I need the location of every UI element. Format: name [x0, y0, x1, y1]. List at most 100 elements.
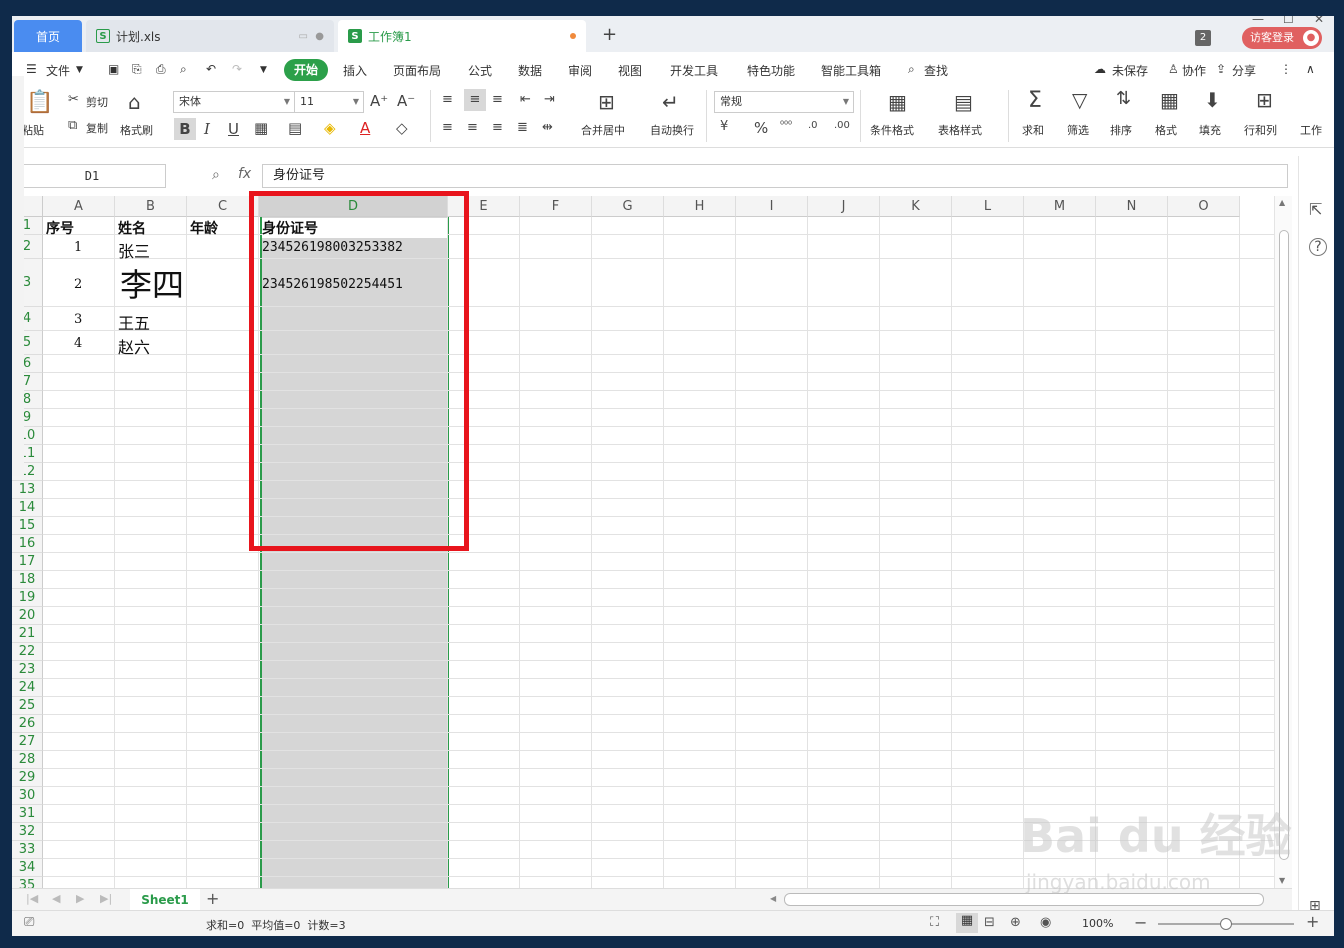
decrease-decimal-icon[interactable]: .00 [834, 120, 850, 131]
cell-b2[interactable]: 张三 [118, 238, 150, 262]
save-icon[interactable]: ▣ [108, 62, 119, 76]
row-header-31[interactable]: 31 [12, 805, 43, 823]
scroll-up-icon[interactable]: ▲ [1279, 198, 1285, 207]
row-header-32[interactable]: 32 [12, 823, 43, 841]
row-header-16[interactable]: 16 [12, 535, 43, 553]
cell-a2[interactable]: 1 [74, 240, 82, 255]
paste-button[interactable]: 粘贴 [22, 122, 44, 138]
share-button[interactable]: 分享 [1232, 62, 1256, 79]
redo-icon[interactable]: ↷ [232, 62, 242, 76]
col-header-o[interactable]: O [1168, 196, 1240, 217]
row-header-19[interactable]: 19 [12, 589, 43, 607]
menu-view[interactable]: 视图 [618, 62, 642, 79]
sort-button[interactable]: 排序 [1110, 122, 1132, 138]
row-header-34[interactable]: 34 [12, 859, 43, 877]
shrink-font-icon[interactable]: A⁻ [397, 92, 415, 110]
font-size-select[interactable]: 11 ▼ [294, 91, 364, 113]
collab-button[interactable]: 协作 [1182, 62, 1206, 79]
sort-icon[interactable]: ⇅ [1116, 88, 1131, 109]
increase-decimal-icon[interactable]: .0 [808, 120, 818, 131]
wrap-text-button[interactable]: 自动换行 [650, 122, 694, 138]
menu-smart-toolbox[interactable]: 智能工具箱 [821, 62, 881, 79]
col-header-b[interactable]: B [115, 196, 187, 217]
col-header-a[interactable]: A [43, 196, 115, 217]
maximize-icon[interactable]: ☐ [1283, 16, 1294, 26]
hscroll-left-icon[interactable]: ◀ [770, 894, 782, 906]
align-right-icon[interactable]: ≡ [492, 120, 503, 135]
add-sheet-button[interactable]: + [206, 889, 219, 908]
row-header-20[interactable]: 20 [12, 607, 43, 625]
row-header-15[interactable]: 15 [12, 517, 43, 535]
col-header-g[interactable]: G [592, 196, 664, 217]
menu-page-layout[interactable]: 页面布局 [393, 62, 441, 79]
row-header-17[interactable]: 17 [12, 553, 43, 571]
currency-icon[interactable]: ¥ [720, 119, 728, 134]
fill-color-icon[interactable]: ◈ [324, 119, 336, 137]
wrap-icon[interactable]: ↵ [662, 90, 679, 114]
indent-decrease-icon[interactable]: ⇤ [520, 92, 531, 107]
row-header-24[interactable]: 24 [12, 679, 43, 697]
border-icon[interactable]: ▦ [254, 119, 268, 137]
undo-icon[interactable]: ↶ [206, 62, 216, 76]
preview-icon[interactable]: ⌕ [180, 62, 187, 77]
scroll-thumb[interactable] [1279, 230, 1289, 860]
menu-data[interactable]: 数据 [518, 62, 542, 79]
row-header-27[interactable]: 27 [12, 733, 43, 751]
spreadsheet-grid[interactable]: ABCDEFGHIJKLMNO 1 2 3 4 5 6 7 8 9 10 11 12 13 14 15 16 1… [12, 196, 1274, 888]
close-icon[interactable]: ✕ [1314, 16, 1324, 26]
conditional-format-button[interactable]: 条件格式 [870, 122, 914, 138]
window-count-badge[interactable]: 2 [1195, 30, 1211, 46]
zoom-slider-thumb[interactable] [1220, 918, 1232, 930]
collapse-ribbon-icon[interactable]: ∧ [1306, 62, 1315, 76]
row-header-25[interactable]: 25 [12, 697, 43, 715]
col-header-i[interactable]: I [736, 196, 808, 217]
conditional-format-icon[interactable]: ▦ [888, 90, 907, 114]
normal-view-icon[interactable]: ▦ [956, 913, 978, 933]
bold-button[interactable]: B [174, 118, 196, 140]
name-box[interactable]: D1 [18, 164, 166, 188]
row-col-button[interactable]: 行和列 [1244, 122, 1277, 138]
next-sheet-icon[interactable]: ▶ [76, 892, 84, 905]
row-header-22[interactable]: 22 [12, 643, 43, 661]
menu-formula[interactable]: 公式 [468, 62, 492, 79]
unsaved-label[interactable]: 未保存 [1112, 62, 1148, 79]
distribute-icon[interactable]: ⇹ [542, 120, 553, 135]
monitor-icon[interactable]: ▭ [299, 31, 308, 42]
formula-input[interactable]: 身份证号 [262, 164, 1288, 188]
menu-file[interactable]: 文件 [46, 62, 70, 79]
percent-button[interactable]: % [754, 119, 768, 137]
page-layout-icon[interactable]: ⊕ [1010, 915, 1021, 930]
zoom-level[interactable]: 100% [1082, 917, 1113, 930]
cut-button[interactable]: 剪切 [86, 94, 108, 110]
fx-icon[interactable]: fx [238, 166, 251, 182]
eraser-icon[interactable]: ◇ [396, 119, 408, 137]
col-header-n[interactable]: N [1096, 196, 1168, 217]
copy-button[interactable]: 复制 [86, 120, 108, 136]
sheet-tab-sheet1[interactable]: Sheet1 [130, 889, 200, 911]
row-header-30[interactable]: 30 [12, 787, 43, 805]
cell-style-icon[interactable]: ▤ [288, 119, 302, 137]
col-header-h[interactable]: H [664, 196, 736, 217]
cell-b5[interactable]: 赵六 [118, 334, 150, 358]
align-middle-icon[interactable]: ≡ [464, 89, 486, 111]
more-icon[interactable]: ⋮ [1280, 62, 1292, 76]
menu-review[interactable]: 审阅 [568, 62, 592, 79]
cursor-icon[interactable]: ⇱ [1309, 200, 1322, 219]
format-painter-icon[interactable]: ⌂ [128, 90, 141, 114]
row-header-26[interactable]: 26 [12, 715, 43, 733]
page-break-icon[interactable]: ⊟ [984, 915, 995, 930]
align-center-icon[interactable]: ≡ [467, 120, 478, 135]
new-tab-button[interactable]: + [602, 24, 617, 45]
col-header-f[interactable]: F [520, 196, 592, 217]
justify-icon[interactable]: ≣ [517, 120, 528, 135]
indent-increase-icon[interactable]: ⇥ [544, 92, 555, 107]
print-icon[interactable]: ⎙ [156, 62, 166, 77]
row-header-21[interactable]: 21 [12, 625, 43, 643]
zoom-lookup-icon[interactable]: ⌕ [212, 167, 220, 183]
format-button[interactable]: 格式 [1155, 122, 1177, 138]
merge-icon[interactable]: ⊞ [598, 90, 615, 114]
filter-button[interactable]: 筛选 [1067, 122, 1089, 138]
cell-a1[interactable]: 序号 [46, 218, 74, 238]
font-color-icon[interactable]: A [360, 119, 370, 137]
italic-button[interactable]: I [204, 120, 210, 138]
